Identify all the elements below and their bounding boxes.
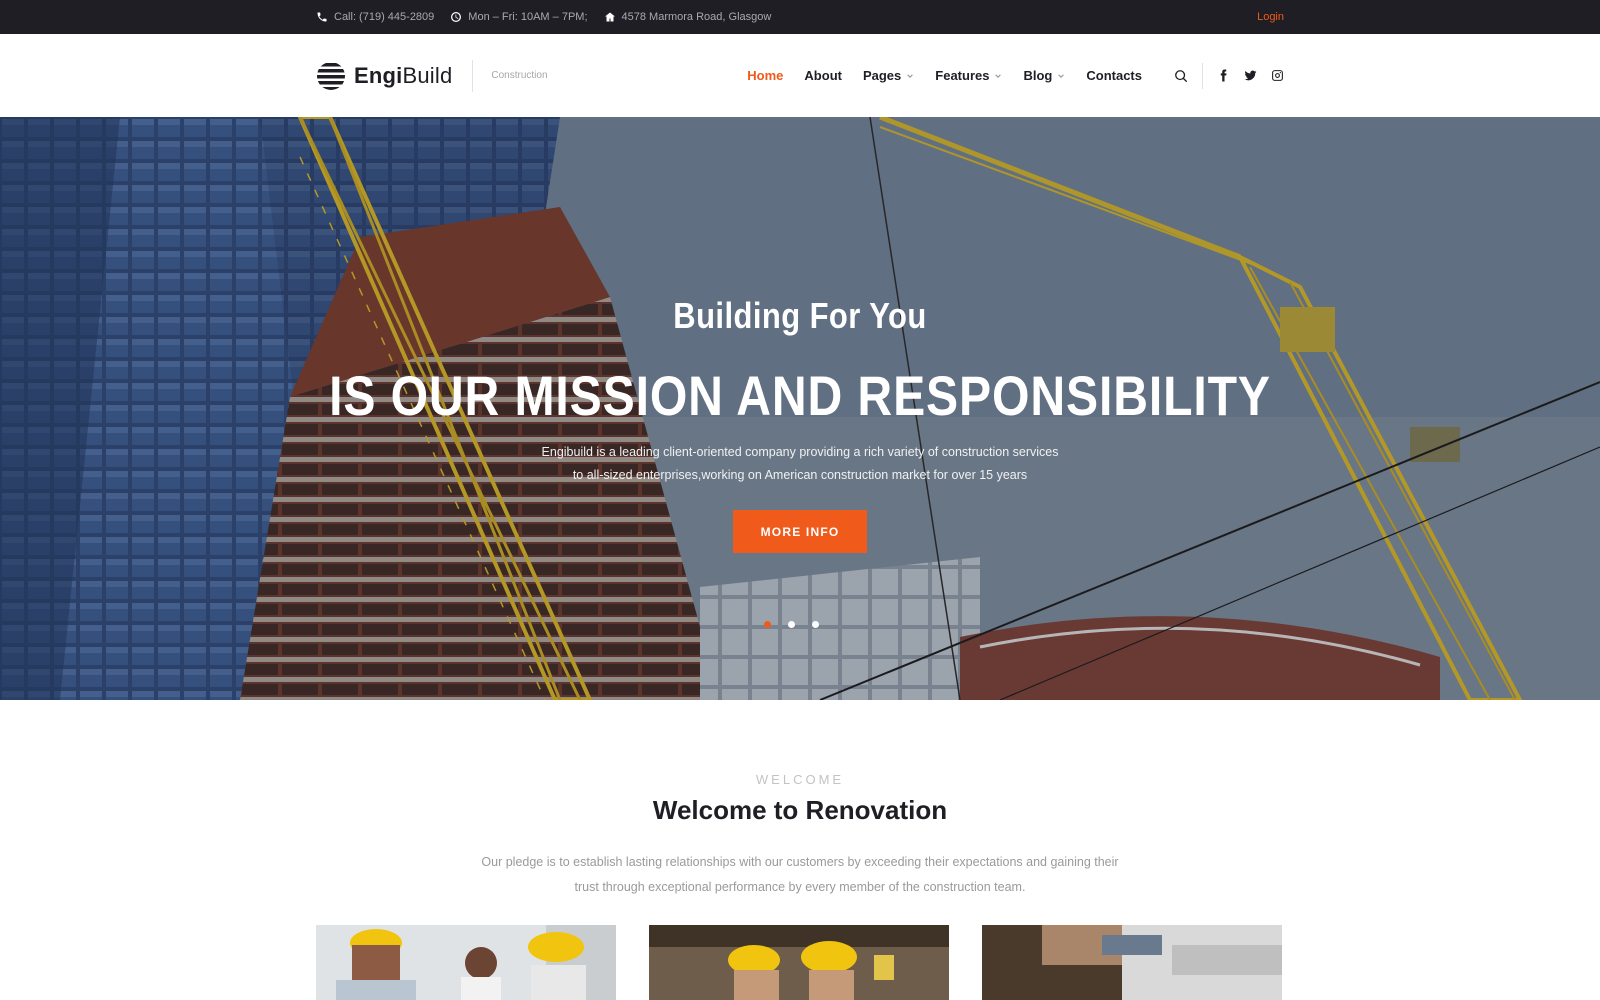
phone-icon — [317, 12, 327, 22]
nav-item-blog[interactable]: Blog — [1023, 68, 1065, 83]
slider-dot-3[interactable] — [812, 621, 819, 628]
hero-description: Engibuild is a leading client-oriented c… — [0, 441, 1600, 487]
hero-title: IS OUR MISSION AND RESPONSIBILITY — [329, 364, 1271, 427]
nav-item-home[interactable]: Home — [747, 68, 783, 83]
hero-subtitle: Building For You — [673, 295, 927, 336]
search-icon[interactable] — [1174, 69, 1188, 83]
logo-divider — [472, 59, 474, 92]
address-contact[interactable]: 4578 Marmora Road, Glasgow — [604, 11, 772, 23]
twitter-icon[interactable] — [1244, 69, 1257, 82]
clock-icon — [451, 12, 462, 22]
chevron-down-icon — [1058, 73, 1065, 78]
header-tools — [1174, 62, 1284, 89]
service-cards — [316, 925, 1284, 1000]
nav-item-pages[interactable]: Pages — [863, 68, 914, 83]
nav-item-about[interactable]: About — [804, 68, 842, 83]
top-bar: Call: (719) 445-2809 Mon – Fri: 10AM – 7… — [0, 0, 1600, 34]
welcome-kicker: WELCOME — [755, 772, 845, 787]
logo-icon — [317, 62, 345, 90]
main-nav: Home About Pages Features Blog Contacts — [747, 68, 1142, 83]
hours-text: Mon – Fri: 10AM – 7PM; — [468, 11, 588, 23]
card-image-workers-meeting — [316, 925, 616, 1000]
home-icon — [604, 12, 615, 22]
social-links — [1217, 69, 1284, 82]
service-card-3[interactable] — [982, 925, 1282, 1000]
login-link[interactable]: Login — [1257, 11, 1284, 23]
card-image-surveyors — [649, 925, 949, 1000]
phone-text: Call: (719) 445-2809 — [334, 11, 435, 23]
address-text: 4578 Marmora Road, Glasgow — [621, 11, 772, 23]
site-header: EngiBuild Construction Home About Pages … — [0, 34, 1600, 117]
logo-text: EngiBuild — [354, 62, 453, 88]
slider-dot-2[interactable] — [788, 621, 795, 628]
contact-info: Call: (719) 445-2809 Mon – Fri: 10AM – 7… — [316, 11, 771, 23]
more-info-button[interactable]: MORE INFO — [733, 510, 867, 553]
hours-contact: Mon – Fri: 10AM – 7PM; — [450, 11, 588, 23]
card-image-desk-work — [982, 925, 1282, 1000]
welcome-text: Our pledge is to establish lasting relat… — [0, 850, 1600, 900]
hero-description-line-1: Engibuild is a leading client-oriented c… — [541, 445, 1059, 459]
slider-dot-1[interactable] — [764, 621, 771, 628]
welcome-text-line-2: trust through exceptional performance by… — [574, 880, 1026, 894]
hero-slider: Building For You IS OUR MISSION AND RESP… — [0, 117, 1600, 700]
logo[interactable]: EngiBuild — [316, 61, 452, 91]
hero-description-line-2: to all-sized enterprises,working on Amer… — [572, 468, 1028, 482]
phone-contact[interactable]: Call: (719) 445-2809 — [316, 11, 434, 23]
slider-pagination — [764, 621, 819, 628]
nav-item-features[interactable]: Features — [935, 68, 1002, 83]
service-card-1[interactable] — [316, 925, 616, 1000]
tools-divider — [1202, 62, 1203, 89]
welcome-text-line-1: Our pledge is to establish lasting relat… — [481, 855, 1119, 869]
instagram-icon[interactable] — [1271, 69, 1284, 82]
nav-item-contacts[interactable]: Contacts — [1086, 68, 1142, 83]
tagline: Construction — [491, 70, 548, 81]
hero-content: Building For You IS OUR MISSION AND RESP… — [0, 117, 1600, 700]
welcome-title: Welcome to Renovation — [652, 795, 948, 825]
facebook-icon[interactable] — [1217, 69, 1230, 82]
chevron-down-icon — [995, 73, 1002, 78]
chevron-down-icon — [907, 73, 914, 78]
service-card-2[interactable] — [649, 925, 949, 1000]
